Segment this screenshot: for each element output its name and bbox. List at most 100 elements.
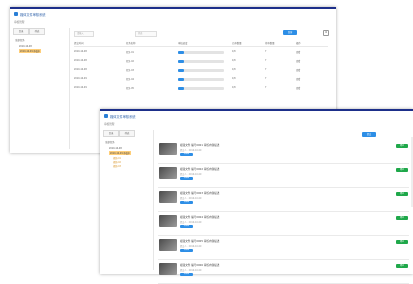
video-thumbnail[interactable] — [159, 215, 177, 227]
progress-bar — [178, 78, 224, 81]
column-header: 提交时间 — [74, 42, 84, 45]
sidebar-tabs: 目录 列表 — [13, 28, 53, 35]
item-subtitle: 提交人 · 2019-10-09 — [180, 149, 202, 152]
app-title: 媒体文件审核系统 — [20, 12, 46, 17]
cell-time: 2019-10-09 — [74, 86, 87, 89]
tree-item[interactable]: 视频-03 — [113, 164, 121, 168]
cell-done: 1/8 — [232, 77, 236, 80]
video-thumbnail[interactable] — [159, 239, 177, 251]
video-thumbnail[interactable] — [159, 143, 177, 155]
tree-item-selected[interactable]: 2019-10-09 审核中 — [19, 49, 41, 53]
item-title: 视频文件 编号0005 审核内容描述 — [180, 240, 220, 243]
list-item[interactable]: 视频文件 编号0003 审核内容描述 提交人 · 2019-10-09 待审核 … — [158, 187, 409, 212]
cell-pending: 7 — [265, 77, 267, 80]
status-button[interactable]: 通过 — [396, 264, 408, 268]
progress-fill — [178, 60, 184, 63]
cell-time: 2019-10-08 — [74, 59, 87, 62]
status-button[interactable]: 通过 — [396, 192, 408, 196]
view-link[interactable]: 查看 — [296, 50, 300, 54]
cell-time: 2019-10-08 — [74, 68, 87, 71]
breadcrumb: 审核管理 — [104, 123, 115, 126]
status-button[interactable]: 通过 — [396, 168, 408, 172]
tree-item[interactable]: 2019-10-08 — [109, 147, 122, 150]
status-button[interactable]: 通过 — [396, 216, 408, 220]
sidebar-tabs: 目录 列表 — [103, 130, 143, 137]
video-thumbnail[interactable] — [159, 167, 177, 179]
view-link[interactable]: 查看 — [296, 77, 300, 81]
progress-fill — [178, 87, 184, 90]
tab-tree[interactable]: 目录 — [13, 28, 29, 35]
cell-time: 2019-10-08 — [74, 50, 87, 53]
view-link[interactable]: 查看 — [296, 59, 300, 63]
header-divider — [74, 46, 328, 47]
item-title: 视频文件 编号0002 审核内容描述 — [180, 168, 220, 171]
sidebar: 目录 列表 全部任务 2019-10-08 2019-10-09 审核中 — [13, 28, 70, 149]
app-logo-icon — [14, 12, 18, 16]
cell-pending: 7 — [265, 59, 267, 62]
tab-list[interactable]: 列表 — [119, 130, 135, 137]
table-row[interactable]: 2019-10-08 任务-02 1/8 7 查看 — [74, 57, 328, 66]
tree-item-selected[interactable]: 2019-10-09 审核中 — [109, 151, 131, 155]
item-subtitle: 提交人 · 2019-10-09 — [180, 173, 202, 176]
cell-pending: 7 — [265, 50, 267, 53]
tree-root[interactable]: 全部任务 — [105, 140, 115, 144]
title-bar: 媒体文件审核系统 — [10, 9, 336, 18]
column-header: 待审数量 — [265, 42, 275, 45]
item-subtitle: 提交人 · 2019-10-09 — [180, 197, 202, 200]
item-badge: 待审核 — [180, 153, 193, 156]
video-thumbnail[interactable] — [159, 191, 177, 203]
item-badge: 待审核 — [180, 273, 193, 276]
list-item[interactable]: 视频文件 编号0005 审核内容描述 提交人 · 2019-10-09 待审核 … — [158, 235, 409, 260]
status-button[interactable]: 通过 — [396, 240, 408, 244]
column-header: 操作 — [296, 42, 301, 45]
tree-item[interactable]: 2019-10-08 — [19, 45, 32, 48]
progress-bar — [178, 51, 224, 54]
progress-bar — [178, 87, 224, 90]
item-badge: 待审核 — [180, 177, 193, 180]
item-badge: 待审核 — [180, 201, 193, 204]
item-title: 视频文件 编号0001 审核内容描述 — [180, 144, 220, 147]
cell-time: 2019-10-09 — [74, 77, 87, 80]
item-badge: 待审核 — [180, 249, 193, 252]
video-thumbnail[interactable] — [159, 263, 177, 275]
cell-pending: 7 — [265, 86, 267, 89]
media-list: 视频文件 编号0001 审核内容描述 提交人 · 2019-10-09 待审核 … — [158, 139, 409, 284]
front-window: 媒体文件审核系统 审核管理 目录 列表 全部任务 2019-10-08 2019… — [100, 109, 413, 284]
column-header: 已审数量 — [232, 42, 242, 45]
settings-icon[interactable]: ⚙ — [323, 30, 329, 36]
progress-bar — [178, 60, 224, 63]
view-link[interactable]: 查看 — [296, 86, 300, 90]
list-item[interactable]: 视频文件 编号0001 审核内容描述 提交人 · 2019-10-09 待审核 … — [158, 139, 409, 164]
item-subtitle: 提交人 · 2019-10-09 — [180, 269, 202, 272]
list-item[interactable]: 视频文件 编号0002 审核内容描述 提交人 · 2019-10-09 待审核 … — [158, 163, 409, 188]
table-row[interactable]: 2019-10-08 任务-03 1/8 7 查看 — [74, 66, 328, 75]
tab-tree[interactable]: 目录 — [103, 130, 119, 137]
item-title: 视频文件 编号0006 审核内容描述 — [180, 264, 220, 267]
list-item[interactable]: 视频文件 编号0004 审核内容描述 提交人 · 2019-10-09 待审核 … — [158, 211, 409, 236]
tree-root[interactable]: 全部任务 — [15, 38, 25, 42]
cell-done: 1/8 — [232, 68, 236, 71]
table-row[interactable]: 2019-10-08 任务-01 1/8 7 查看 — [74, 48, 328, 57]
status-filter[interactable]: 状态 — [135, 31, 157, 37]
title-bar: 媒体文件审核系统 — [100, 111, 413, 120]
submit-button[interactable]: 提交 — [362, 132, 376, 137]
item-subtitle: 提交人 · 2019-10-09 — [180, 245, 202, 248]
cell-done: 1/8 — [232, 50, 236, 53]
item-title: 视频文件 编号0004 审核内容描述 — [180, 216, 220, 219]
status-button[interactable]: 通过 — [396, 144, 408, 148]
progress-fill — [178, 78, 184, 81]
cell-name: 任务-01 — [126, 51, 134, 54]
cell-name: 任务-02 — [126, 60, 134, 63]
item-subtitle: 提交人 · 2019-10-09 — [180, 221, 202, 224]
table-row[interactable]: 2019-10-09 任务-04 1/8 7 查看 — [74, 75, 328, 84]
sidebar: 目录 列表 全部任务 2019-10-08 2019-10-09 审核中 视频-… — [103, 130, 154, 270]
table-row[interactable]: 2019-10-09 任务-05 1/8 7 查看 — [74, 84, 328, 93]
cell-name: 任务-03 — [126, 69, 134, 72]
cell-done: 1/8 — [232, 59, 236, 62]
progress-fill — [178, 51, 184, 54]
tab-list[interactable]: 列表 — [29, 28, 45, 35]
search-button[interactable]: 查询 — [283, 30, 297, 35]
column-header: 任务名称 — [126, 42, 136, 45]
search-input[interactable]: 请输入 — [74, 31, 94, 37]
view-link[interactable]: 查看 — [296, 68, 300, 72]
